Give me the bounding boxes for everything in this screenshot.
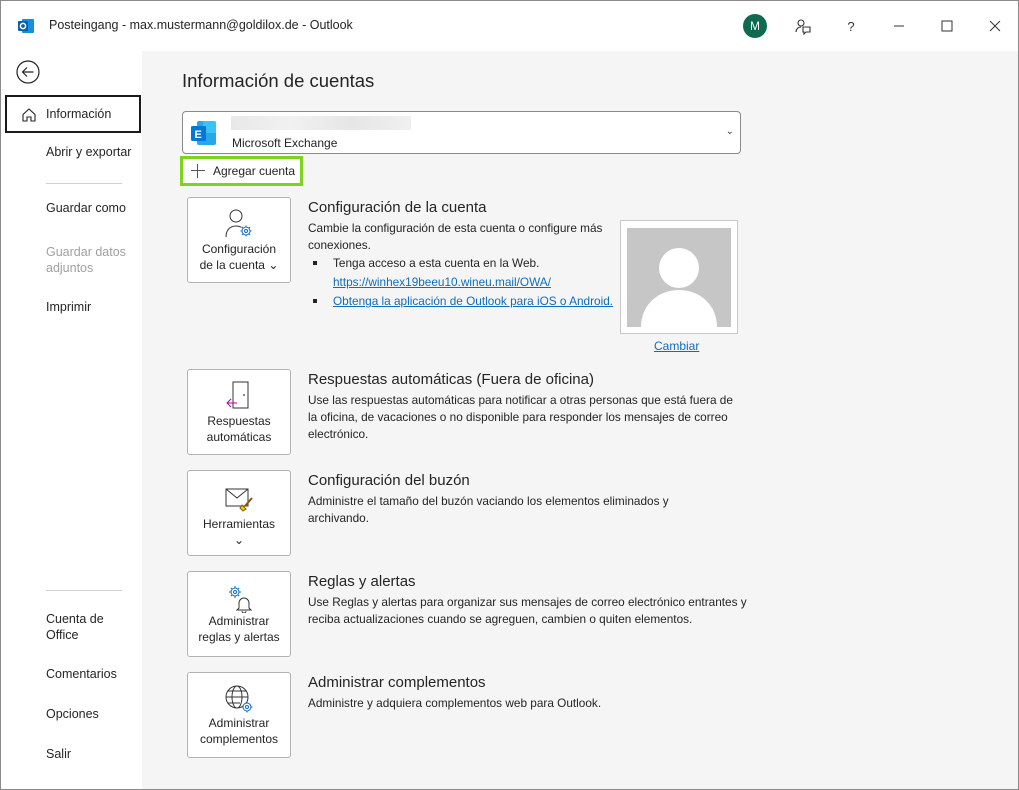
nav-item-label: Abrir y exportar <box>46 145 132 159</box>
section-desc-rules: Use Reglas y alertas para organizar sus … <box>308 595 747 626</box>
nav-item-label: Guardar como <box>46 201 126 215</box>
account-settings-icon <box>225 209 252 238</box>
title-bar: Posteingang - max.mustermann@goldilox.de… <box>1 1 1018 51</box>
outlook-app-icon <box>18 19 34 33</box>
back-arrow-icon[interactable] <box>16 60 40 84</box>
tile-label: automáticas <box>206 430 272 444</box>
user-avatar[interactable]: M <box>743 14 767 38</box>
account-links: Tenga acceso a esta cuenta en la Web. ht… <box>308 254 628 311</box>
outlook-window: Posteingang - max.mustermann@goldilox.de… <box>0 0 1019 790</box>
close-button[interactable] <box>971 1 1018 51</box>
section-desc-account-settings: Cambie la configuración de esta cuenta o… <box>308 221 603 252</box>
section-title-mailbox: Configuración del buzón <box>308 472 470 489</box>
account-type: Microsoft Exchange <box>232 136 338 150</box>
add-account-button[interactable]: Agregar cuenta <box>180 156 303 186</box>
exchange-icon: E <box>191 121 216 145</box>
chevron-down-icon: ⌄ <box>268 258 279 272</box>
section-desc-addins: Administre y adquiera complementos web p… <box>308 696 602 710</box>
nav-item-label: Información <box>46 107 112 121</box>
globe-settings-icon <box>225 685 253 713</box>
bullet-icon <box>313 261 317 265</box>
plus-icon <box>191 164 205 178</box>
nav-item-label: Opciones <box>46 707 99 721</box>
nav-item-cuenta-office[interactable]: Cuenta de Office <box>5 611 141 643</box>
nav-item-abrir-exportar[interactable]: Abrir y exportar <box>5 145 141 159</box>
manage-addins-button[interactable]: Administrar complementos <box>187 672 291 758</box>
list-item: Obtenga la aplicación de Outlook para iO… <box>308 292 628 311</box>
page-title: Información de cuentas <box>182 70 375 91</box>
maximize-button[interactable] <box>923 1 971 51</box>
section-desc-mailbox: Administre el tamaño del buzón vaciando … <box>308 494 669 525</box>
nav-item-label: Salir <box>46 747 72 761</box>
tile-label: de la cuenta ⌄ <box>199 258 279 272</box>
tile-label: Configuración <box>201 242 277 256</box>
owa-link[interactable]: https://winhex19beeu10.wineu.mail/OWA/ <box>333 275 551 289</box>
nav-item-label: Comentarios <box>46 667 117 681</box>
bullet-text: Tenga acceso a esta cuenta en la Web. <box>333 256 540 270</box>
nav-item-guardar-como[interactable]: Guardar como <box>5 201 141 215</box>
help-button[interactable]: ? <box>827 1 875 51</box>
section-title-auto-replies: Respuestas automáticas (Fuera de oficina… <box>308 371 594 388</box>
change-photo-link[interactable]: Cambiar <box>654 339 699 353</box>
home-icon <box>22 108 36 122</box>
nav-item-label: Cuenta de Office <box>46 612 104 642</box>
nav-divider <box>46 183 122 184</box>
nav-divider <box>46 590 122 591</box>
chevron-down-icon: ⌄ <box>233 533 245 547</box>
mailbox-tools-button[interactable]: Herramientas ⌄ <box>187 470 291 556</box>
profile-photo <box>620 220 738 334</box>
nav-item-opciones[interactable]: Opciones <box>5 707 141 721</box>
section-title-addins: Administrar complementos <box>308 674 486 691</box>
window-title: Posteingang - max.mustermann@goldilox.de… <box>49 18 353 32</box>
section-desc-auto-replies: Use las respuestas automáticas para noti… <box>308 393 733 441</box>
feedback-icon[interactable] <box>779 1 827 51</box>
nav-item-label: Guardar datos adjuntos <box>46 245 126 275</box>
auto-replies-button[interactable]: Respuestas automáticas <box>187 369 291 455</box>
out-of-office-icon <box>226 381 249 409</box>
tile-label: Administrar <box>208 614 270 628</box>
section-title-account-settings: Configuración de la cuenta <box>308 199 487 216</box>
mobile-app-link[interactable]: Obtenga la aplicación de Outlook para iO… <box>333 294 613 308</box>
nav-item-guardar-adjuntos: Guardar datos adjuntos <box>5 244 130 276</box>
section-title-rules: Reglas y alertas <box>308 573 416 590</box>
nav-item-informacion[interactable]: Información <box>5 95 141 133</box>
svg-text:E: E <box>195 129 202 141</box>
manage-rules-button[interactable]: Administrar reglas y alertas <box>187 571 291 657</box>
tile-label: Respuestas <box>207 414 271 428</box>
mailbox-cleanup-icon <box>225 488 253 512</box>
main-content: Información de cuentas E Microsoft Excha… <box>142 51 1018 789</box>
backstage-nav: Información Abrir y exportar Guardar com… <box>1 51 142 789</box>
minimize-button[interactable] <box>875 1 923 51</box>
nav-item-imprimir[interactable]: Imprimir <box>5 300 141 314</box>
tile-label: complementos <box>199 732 279 746</box>
tile-label: Administrar <box>208 716 270 730</box>
tile-label: reglas y alertas <box>198 630 280 644</box>
chevron-down-icon: ⌄ <box>725 126 734 137</box>
rules-alerts-icon <box>229 586 253 613</box>
account-dropdown[interactable]: E Microsoft Exchange ⌄ <box>182 111 741 154</box>
person-placeholder-icon <box>627 228 731 327</box>
list-item: Tenga acceso a esta cuenta en la Web. ht… <box>308 254 628 292</box>
bullet-icon <box>313 299 317 303</box>
nav-item-salir[interactable]: Salir <box>5 747 141 761</box>
account-settings-button[interactable]: Configuración de la cuenta ⌄ <box>187 197 291 283</box>
nav-item-comentarios[interactable]: Comentarios <box>5 667 141 681</box>
add-account-label: Agregar cuenta <box>213 164 296 178</box>
nav-item-label: Imprimir <box>46 300 92 314</box>
tile-label: Herramientas <box>202 517 276 531</box>
account-email-redacted <box>231 116 411 130</box>
